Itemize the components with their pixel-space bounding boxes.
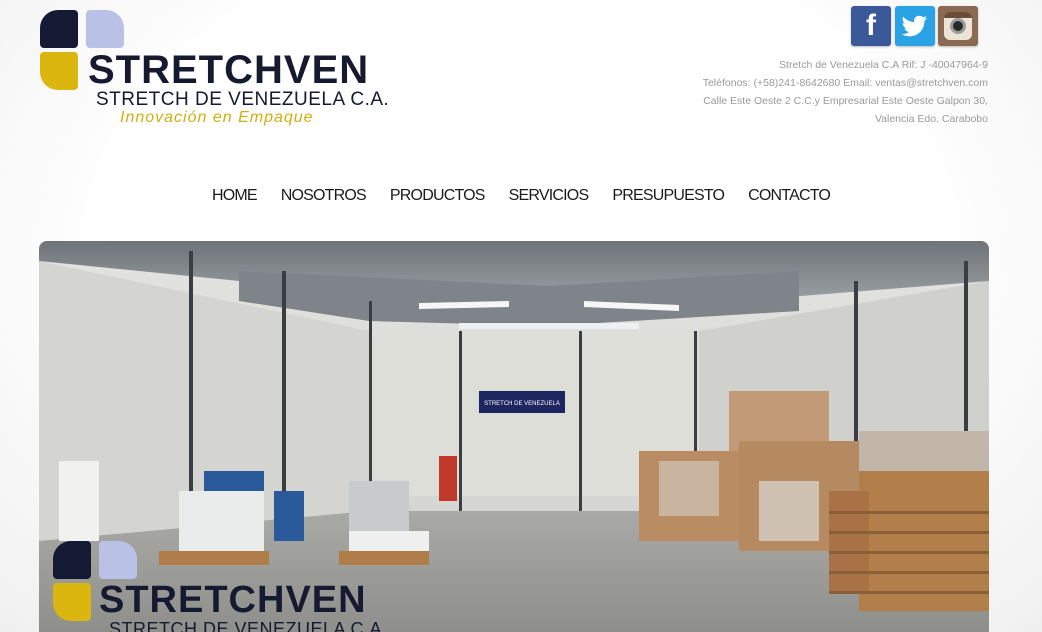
- nav-presupuesto[interactable]: PRESUPUESTO: [600, 184, 736, 208]
- contact-info: Stretch de Venezuela C.A Rif: J -4004796…: [648, 56, 988, 128]
- hero-logo-brand: STRETCHVEN: [99, 579, 367, 621]
- nav-nosotros[interactable]: NOSOTROS: [269, 184, 378, 208]
- hero-logo-overlay: STRETCHVEN STRETCH DE VENEZUELA C.A.: [53, 541, 413, 632]
- hero-logo-subtitle: STRETCH DE VENEZUELA C.A.: [109, 619, 388, 632]
- contact-company-rif: Stretch de Venezuela C.A Rif: J -4004796…: [779, 59, 988, 71]
- wall-banner-text: STRETCH DE VENEZUELA: [484, 401, 560, 407]
- nav-servicios[interactable]: SERVICIOS: [497, 184, 601, 208]
- hero-logo-square-lavender: [99, 541, 137, 579]
- main-nav: HOME NOSOTROS PRODUCTOS SERVICIOS PRESUP…: [0, 184, 1042, 208]
- nav-contacto[interactable]: CONTACTO: [736, 184, 842, 208]
- contact-city: Valencia Edo. Carabobo: [874, 113, 988, 125]
- contact-phone-email: Teléfonos: (+58)241-8642680 Email: venta…: [702, 77, 988, 89]
- nav-productos[interactable]: PRODUCTOS: [378, 184, 497, 208]
- logo-brand-name: STRETCHVEN: [88, 48, 370, 92]
- logo-square-gold: [40, 52, 78, 90]
- logo-square-lavender: [86, 10, 124, 48]
- logo-tagline: Innovación en Empaque: [120, 109, 314, 126]
- nav-home[interactable]: HOME: [200, 184, 269, 208]
- hero-logo-square-navy: [53, 541, 91, 579]
- instagram-icon[interactable]: [938, 6, 978, 46]
- hero-logo-square-gold: [53, 583, 91, 621]
- logo-square-navy: [40, 10, 78, 48]
- hero-slider[interactable]: STRETCH DE VENEZUELA STRETCHVEN STRETCH …: [39, 241, 989, 632]
- facebook-icon[interactable]: f: [851, 6, 891, 46]
- twitter-icon[interactable]: [895, 6, 935, 46]
- site-logo[interactable]: STRETCHVEN STRETCH DE VENEZUELA C.A. Inn…: [40, 10, 400, 130]
- contact-address: Calle Este Oeste 2 C.C.y Empresarial Est…: [703, 95, 988, 107]
- logo-subtitle: STRETCH DE VENEZUELA C.A.: [96, 89, 390, 110]
